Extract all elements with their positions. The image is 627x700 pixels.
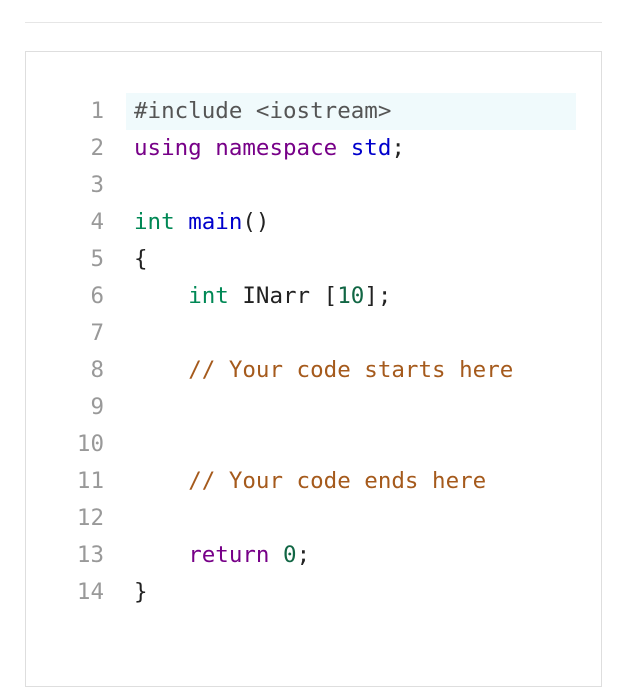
token-def: main [188,209,243,235]
code-line[interactable]: 11 // Your code ends here [26,463,601,500]
line-number: 10 [76,431,104,457]
line-number: 12 [76,505,104,531]
line-number: 9 [90,394,104,420]
line-content[interactable]: { [126,241,576,278]
line-number: 1 [90,98,104,124]
line-number: 4 [90,209,104,235]
code-line[interactable]: 5{ [26,241,601,278]
code-line[interactable]: 10 [26,426,601,463]
token-plain: ; [391,135,405,161]
line-content[interactable]: // Your code ends here [126,463,576,500]
token-type: int [188,283,229,309]
code-line[interactable]: 3 [26,167,601,204]
token-variable: std [350,135,392,161]
line-content[interactable]: int INarr [10]; [126,278,576,315]
code-line[interactable]: 2 using namespace std; [26,130,601,167]
line-number: 14 [76,579,104,605]
token-plain: () [242,209,270,235]
token-type: int [134,209,175,235]
code-line[interactable]: 13 return 0; [26,537,601,574]
code-line[interactable]: 6 int INarr [10]; [26,278,601,315]
token-keyword: return [188,542,270,568]
top-divider [25,22,602,23]
line-number: 11 [76,468,104,494]
token-plain: ; [296,542,311,568]
token-comment: // Your code ends here [188,468,487,494]
token-plain: INarr [ [228,283,338,309]
line-content[interactable] [126,389,576,426]
token-plain: } [134,579,148,605]
line-content[interactable]: #include <iostream> [126,93,576,130]
token-number: 10 [337,283,365,309]
line-number: 3 [90,172,104,198]
line-content[interactable] [126,315,576,352]
line-number: 2 [90,135,104,161]
line-content[interactable]: } [126,574,576,611]
code-lines: 1 #include <iostream> 2 using namespace std… [26,93,601,611]
token-meta: #include <iostream> [134,98,392,124]
token-number: 0 [283,542,297,568]
line-content[interactable]: // Your code starts here [126,352,576,389]
line-content[interactable]: using namespace std; [126,130,576,167]
line-number: 6 [90,283,104,309]
line-content[interactable]: return 0; [126,537,576,574]
token-plain: ]; [364,283,392,309]
code-line[interactable]: 7 [26,315,601,352]
line-content[interactable] [126,167,576,204]
code-editor[interactable]: 1 #include <iostream> 2 using namespace std… [25,51,602,687]
line-number: 5 [90,246,104,272]
line-number: 7 [90,320,104,346]
token-comment: // Your code starts here [188,357,514,383]
token-keyword: namespace [215,135,338,161]
code-line[interactable]: 1 #include <iostream> [26,93,601,130]
line-content[interactable] [126,426,576,463]
code-line[interactable]: 9 [26,389,601,426]
token-keyword: using [134,135,202,161]
token-plain: { [134,246,148,272]
code-line[interactable]: 12 [26,500,601,537]
line-number: 13 [76,542,104,568]
line-number: 8 [90,357,104,383]
code-line[interactable]: 14} [26,574,601,611]
line-content[interactable]: int main() [126,204,576,241]
code-line[interactable]: 8 // Your code starts here [26,352,601,389]
line-content[interactable] [126,500,576,537]
code-line[interactable]: 4 int main() [26,204,601,241]
